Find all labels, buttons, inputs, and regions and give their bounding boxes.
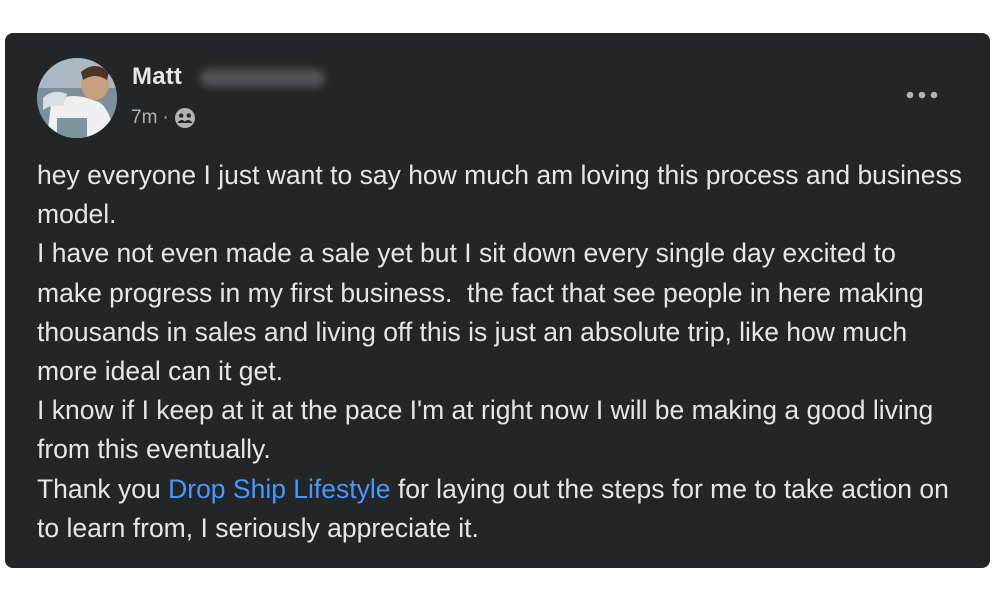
thanks-prefix: Thank you bbox=[37, 473, 169, 504]
post-paragraph-thanks: Thank you Drop Ship Lifestyle for laying… bbox=[37, 470, 967, 548]
friends-icon[interactable] bbox=[174, 107, 196, 129]
meta-separator: · bbox=[162, 107, 169, 128]
page-mention-link[interactable]: Drop Ship Lifestyle bbox=[168, 474, 390, 504]
post-paragraph: hey everyone I just want to say how much… bbox=[37, 160, 970, 230]
post-card: Matt 7m · hey everyone I just want to sa… bbox=[5, 33, 990, 568]
author-name[interactable]: Matt bbox=[132, 63, 182, 91]
post-paragraph: I have not even made a sale yet but I si… bbox=[37, 238, 932, 387]
page: Matt 7m · hey everyone I just want to sa… bbox=[0, 0, 1000, 600]
post-paragraph: I know if I keep at it at the pace I'm a… bbox=[37, 395, 941, 465]
author-surname-blurred bbox=[200, 69, 325, 87]
more-options-button[interactable] bbox=[902, 83, 942, 107]
post-body: hey everyone I just want to say how much… bbox=[37, 156, 967, 548]
post-meta: 7m · bbox=[131, 106, 196, 130]
more-options-icon bbox=[906, 91, 938, 99]
avatar-photo-icon bbox=[37, 58, 117, 138]
author-avatar[interactable] bbox=[37, 58, 117, 138]
post-timestamp[interactable]: 7m bbox=[131, 107, 157, 129]
